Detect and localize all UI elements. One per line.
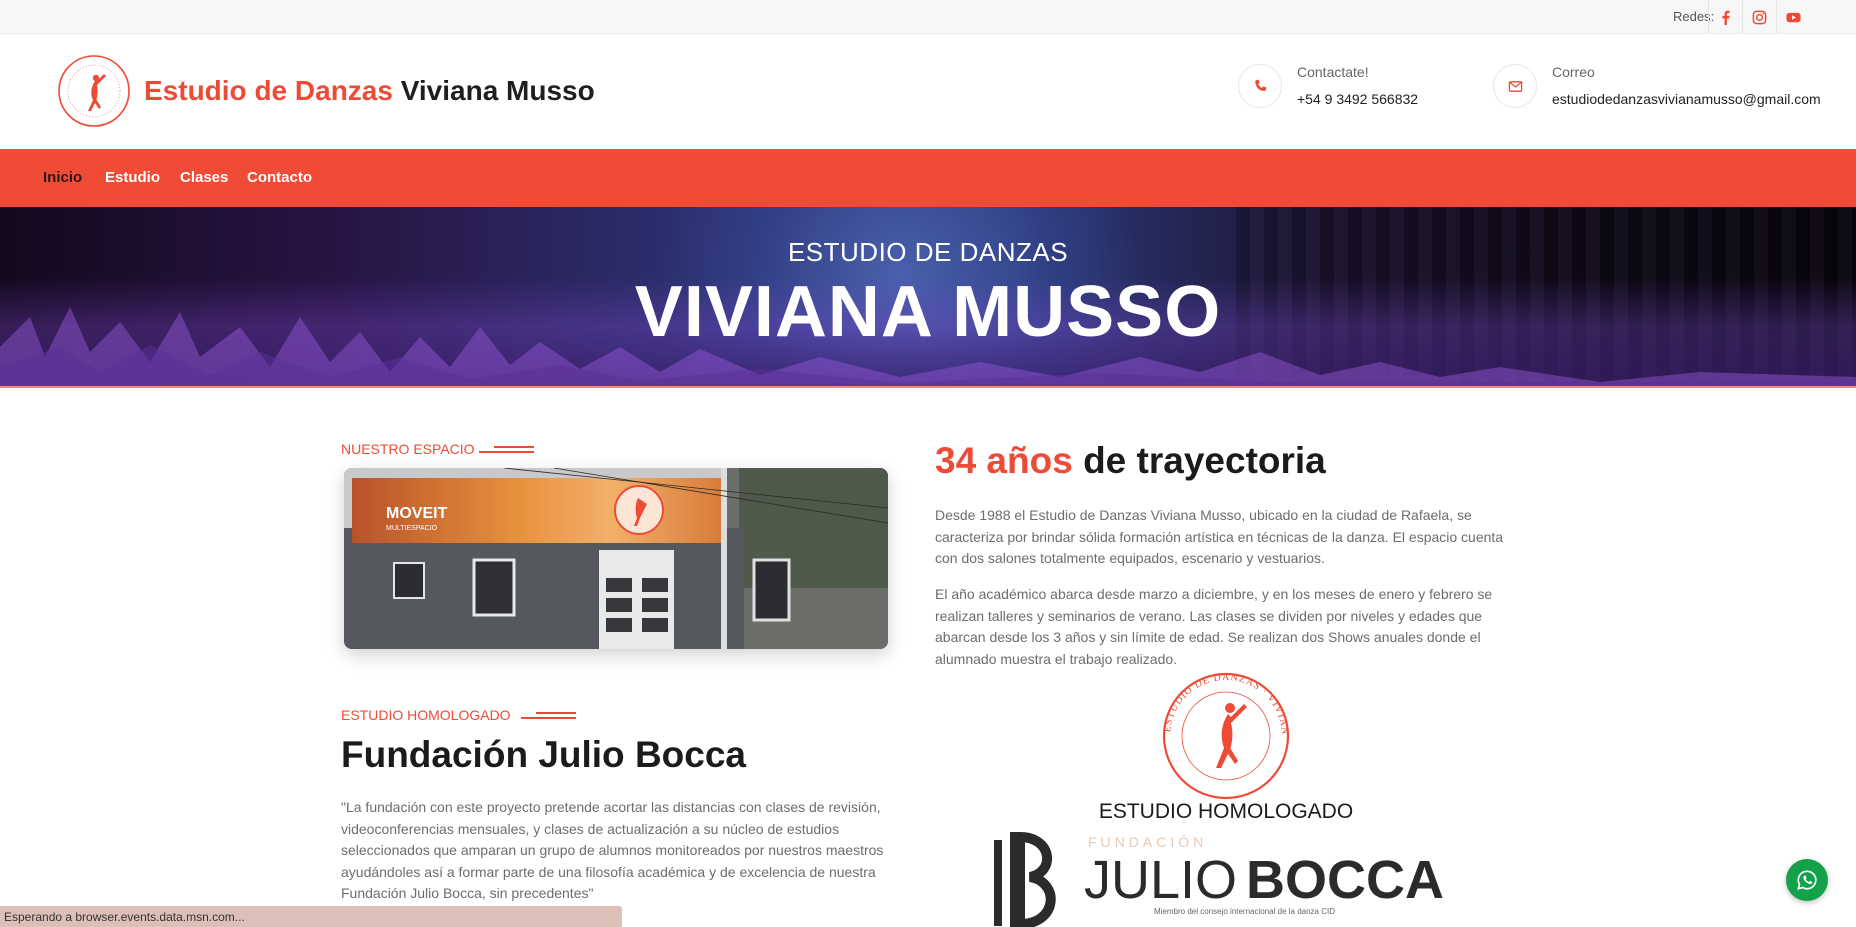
label-decoration bbox=[479, 446, 534, 453]
hero-banner: ESTUDIO DE DANZAS VIVIANA MUSSO bbox=[0, 207, 1856, 387]
bocca-monogram bbox=[994, 831, 1056, 927]
email-link[interactable]: estudiodedanzasvivianamusso@gmail.com bbox=[1552, 91, 1821, 107]
trayectoria-title-rest: de trayectoria bbox=[1083, 440, 1326, 481]
site-header: Estudio de Danzas Viviana Musso Contacta… bbox=[0, 34, 1856, 149]
homologado-quote: "La fundación con este proyecto pretende… bbox=[341, 799, 884, 901]
logo-julio: JULIO bbox=[1084, 850, 1237, 910]
label-decoration bbox=[521, 712, 576, 719]
studio-building-image: MOVEIT MULTIESPACIO bbox=[344, 468, 888, 649]
nav-item-clases[interactable]: Clases bbox=[180, 169, 228, 186]
photo-sign-text: MOVEIT bbox=[386, 505, 448, 522]
section-label-homologado: ESTUDIO HOMOLOGADO bbox=[341, 707, 511, 723]
homologado-title: Fundación Julio Bocca bbox=[341, 734, 746, 775]
trayectoria-title: 34 años de trayectoria bbox=[935, 440, 1326, 482]
phone-icon bbox=[1238, 64, 1282, 108]
brand-name-part2: Viviana Musso bbox=[400, 75, 595, 106]
whatsapp-button[interactable] bbox=[1786, 859, 1828, 901]
browser-status-bar: Esperando a browser.events.data.msn.com.… bbox=[0, 906, 622, 927]
email-label: Correo bbox=[1552, 64, 1595, 80]
studio-photo: MOVEIT MULTIESPACIO bbox=[344, 468, 888, 649]
nav-item-estudio[interactable]: Estudio bbox=[105, 169, 160, 186]
section-label-espacio: NUESTRO ESPACIO bbox=[341, 441, 475, 457]
youtube-icon bbox=[1786, 12, 1801, 22]
youtube-link[interactable] bbox=[1776, 0, 1810, 34]
nav-item-contacto[interactable]: Contacto bbox=[247, 169, 312, 186]
photo-sign-subtext: MULTIESPACIO bbox=[386, 525, 438, 532]
instagram-link[interactable] bbox=[1742, 0, 1776, 34]
hero-divider bbox=[0, 386, 1856, 388]
facebook-icon bbox=[1722, 10, 1730, 25]
whatsapp-icon bbox=[1797, 870, 1817, 890]
trayectoria-paragraph-1: Desde 1988 el Estudio de Danzas Viviana … bbox=[935, 507, 1504, 566]
site-brand[interactable]: Estudio de Danzas Viviana Musso bbox=[144, 75, 595, 107]
trayectoria-paragraph-2: El año académico abarca desde marzo a di… bbox=[935, 586, 1493, 667]
logo-bocca: BOCCA bbox=[1246, 850, 1444, 910]
brand-name-part1: Estudio de Danzas bbox=[144, 75, 393, 106]
nav-item-inicio[interactable]: Inicio bbox=[43, 169, 82, 186]
logo-fundacion: FUNDACIÓN bbox=[1088, 834, 1207, 850]
envelope-icon bbox=[1493, 64, 1537, 108]
logo-caption: ESTUDIO HOMOLOGADO bbox=[1099, 800, 1353, 823]
homologado-logo: ESTUDIO DE DANZAS · VIVIANA MUSSO · RAFA… bbox=[990, 672, 1444, 927]
top-bar: Redes: bbox=[0, 0, 1856, 34]
instagram-icon bbox=[1752, 10, 1767, 24]
facebook-link[interactable] bbox=[1708, 0, 1742, 34]
trayectoria-years: 34 años bbox=[935, 440, 1073, 481]
hero-title: VIVIANA MUSSO bbox=[634, 272, 1222, 352]
studio-logo[interactable] bbox=[57, 54, 131, 128]
phone-label: Contactate! bbox=[1297, 64, 1369, 80]
main-nav: Inicio Estudio Clases Contacto bbox=[0, 149, 1856, 207]
hero-subtitle: ESTUDIO DE DANZAS bbox=[787, 237, 1069, 267]
logo-member-text: Miembro del consejo internacional de la … bbox=[1154, 907, 1335, 916]
phone-number-link[interactable]: +54 9 3492 566832 bbox=[1297, 91, 1418, 107]
